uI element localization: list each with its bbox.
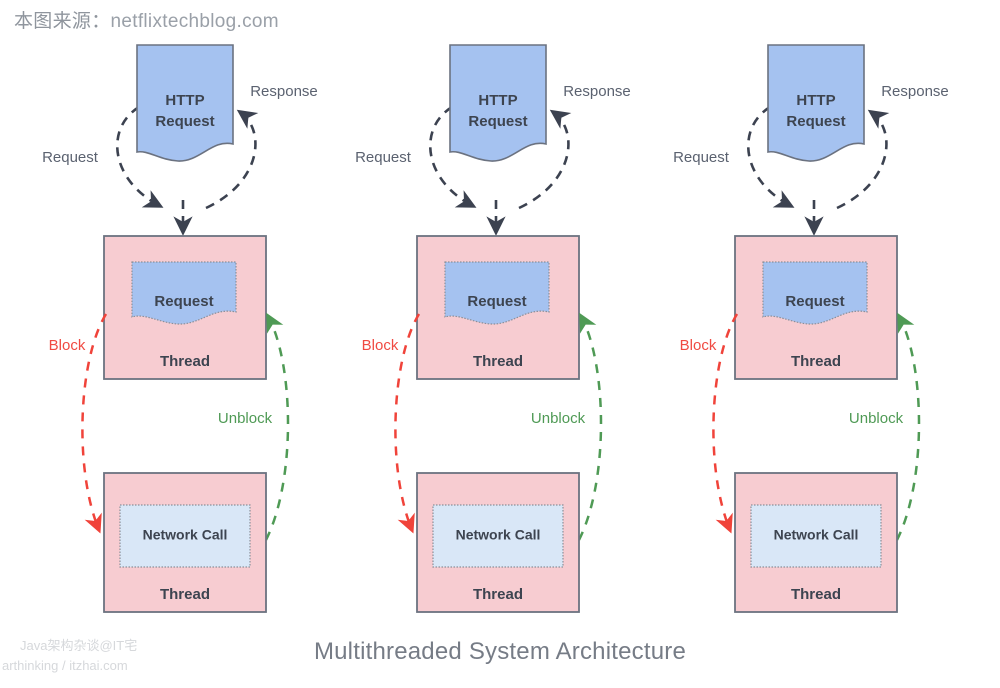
network-call-label-3: Network Call xyxy=(774,527,859,543)
thread-top-label-3: Thread xyxy=(791,353,841,370)
thread-top-label-2: Thread xyxy=(473,353,523,370)
block-label-2: Block xyxy=(362,337,399,354)
block-label-3: Block xyxy=(680,337,717,354)
architecture-column-3: Request Response HTTP Request Thread Req… xyxy=(673,44,949,613)
network-call-label-2: Network Call xyxy=(456,527,541,543)
request-in-label-1: Request xyxy=(42,149,99,166)
thread-bottom-label-1: Thread xyxy=(160,586,210,603)
request-box-label-2: Request xyxy=(467,293,526,310)
http-request-label-line1-1: HTTP xyxy=(165,92,204,109)
response-out-label-1: Response xyxy=(250,83,318,100)
architecture-column-1: Request Response HTTP Request Thread Req… xyxy=(42,44,318,613)
http-request-label-line2-3: Request xyxy=(786,113,845,130)
thread-bottom-label-2: Thread xyxy=(473,586,523,603)
architecture-column-2: Request Response HTTP Request Thread Req… xyxy=(355,44,631,613)
block-arrow-1 xyxy=(81,313,108,534)
request-box-label-1: Request xyxy=(154,293,213,310)
unblock-arrow-3 xyxy=(895,312,921,541)
unblock-label-3: Unblock xyxy=(849,410,904,427)
http-request-label-line2-2: Request xyxy=(468,113,527,130)
unblock-label-2: Unblock xyxy=(531,410,586,427)
request-in-label-2: Request xyxy=(355,149,412,166)
response-out-label-2: Response xyxy=(563,83,631,100)
request-in-label-3: Request xyxy=(673,149,730,166)
block-arrow-2 xyxy=(394,313,421,534)
diagram-canvas: Request Response HTTP Request Thread Req… xyxy=(42,44,949,613)
http-request-label-line1-3: HTTP xyxy=(796,92,835,109)
response-out-label-3: Response xyxy=(881,83,949,100)
request-box-label-3: Request xyxy=(785,293,844,310)
unblock-arrow-1 xyxy=(264,312,290,541)
network-call-label-1: Network Call xyxy=(143,527,228,543)
unblock-label-1: Unblock xyxy=(218,410,273,427)
thread-bottom-label-3: Thread xyxy=(791,586,841,603)
block-arrow-3 xyxy=(712,313,739,534)
http-request-label-line2-1: Request xyxy=(155,113,214,130)
unblock-arrow-2 xyxy=(577,312,603,541)
diagram-title: Multithreaded System Architecture xyxy=(313,638,687,665)
http-request-label-line1-2: HTTP xyxy=(478,92,517,109)
thread-top-label-1: Thread xyxy=(160,353,210,370)
block-label-1: Block xyxy=(49,337,86,354)
